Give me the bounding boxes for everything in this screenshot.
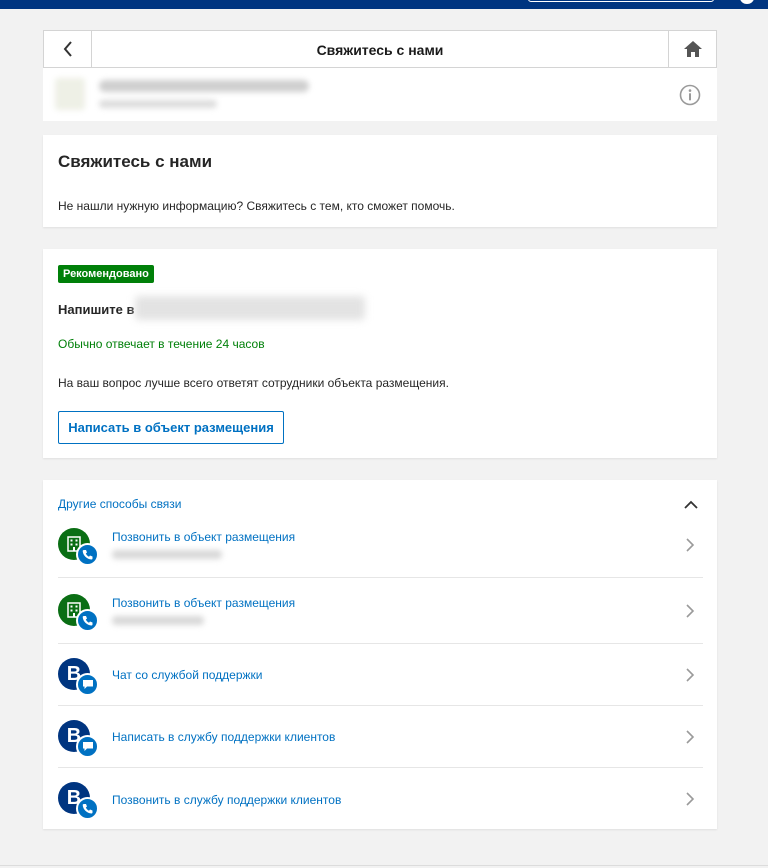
chevron-right-icon	[686, 668, 695, 682]
page-header: Свяжитесь с нами	[43, 30, 717, 68]
chevron-right-icon	[686, 604, 695, 618]
property-name-redacted	[99, 80, 309, 92]
phone-number-redacted	[112, 550, 222, 559]
list-item-label: Позвонить в объект размещения	[112, 596, 296, 610]
list-item-label: Позвонить в службу поддержки клиентов	[112, 793, 342, 807]
chevron-up-icon[interactable]	[683, 498, 699, 512]
info-icon[interactable]	[679, 84, 701, 106]
contact-text: Не нашли нужную информацию? Свяжитесь с …	[58, 199, 455, 213]
recommended-card: Рекомендовано Напишите в Обычно отвечает…	[43, 249, 717, 458]
contact-us-card: Свяжитесь с нами Не нашли нужную информа…	[43, 135, 717, 227]
other-methods-card: Другие способы связи Позвонить в объект …	[43, 480, 717, 829]
phone-icon	[76, 543, 99, 566]
property-summary	[43, 68, 717, 121]
write-to-title: Напишите в	[58, 302, 135, 317]
booking-phone-icon: B	[58, 782, 100, 826]
phone-icon	[76, 609, 99, 632]
list-item-call-support[interactable]: B Позвонить в службу поддержки клиентов	[58, 768, 703, 829]
recommended-description: На ваш вопрос лучше всего ответят сотруд…	[58, 376, 449, 390]
property-name-redacted	[135, 296, 365, 320]
list-item-label: Позвонить в объект размещения	[112, 530, 296, 544]
list-item-call-property-2[interactable]: Позвонить в объект размещения	[58, 578, 703, 644]
divider	[0, 865, 768, 866]
building-phone-icon	[58, 528, 100, 572]
chat-icon	[76, 673, 99, 696]
home-icon	[683, 41, 702, 57]
booking-chat-icon: B	[58, 658, 100, 702]
list-item-call-property-1[interactable]: Позвонить в объект размещения	[58, 524, 703, 578]
chevron-right-icon	[686, 792, 695, 806]
page-title: Свяжитесь с нами	[316, 42, 444, 58]
chevron-right-icon	[686, 730, 695, 744]
phone-icon	[76, 797, 99, 820]
property-thumbnail	[55, 78, 85, 110]
recommended-badge: Рекомендовано	[58, 265, 154, 283]
chevron-left-icon	[63, 41, 72, 57]
top-search-field[interactable]	[528, 0, 714, 2]
list-item-label: Чат со службой поддержки	[112, 668, 263, 682]
contact-title: Свяжитесь с нами	[58, 152, 213, 171]
avatar[interactable]	[740, 0, 754, 4]
other-methods-heading[interactable]: Другие способы связи	[58, 497, 182, 511]
list-item-label: Написать в службу поддержки клиентов	[112, 730, 336, 744]
reply-time: Обычно отвечает в течение 24 часов	[58, 337, 265, 351]
home-button[interactable]	[668, 31, 716, 67]
booking-chat-icon: B	[58, 720, 100, 764]
list-item-support-chat[interactable]: B Чат со службой поддержки	[58, 644, 703, 706]
back-button[interactable]	[44, 31, 92, 67]
chat-icon	[76, 735, 99, 758]
top-nav-bar	[0, 0, 768, 9]
list-item-message-support[interactable]: B Написать в службу поддержки клиентов	[58, 706, 703, 768]
property-address-redacted	[99, 100, 217, 108]
message-property-button[interactable]: Написать в объект размещения	[58, 411, 284, 444]
chevron-right-icon	[686, 538, 695, 552]
building-phone-icon	[58, 594, 100, 638]
phone-number-redacted	[112, 616, 204, 625]
